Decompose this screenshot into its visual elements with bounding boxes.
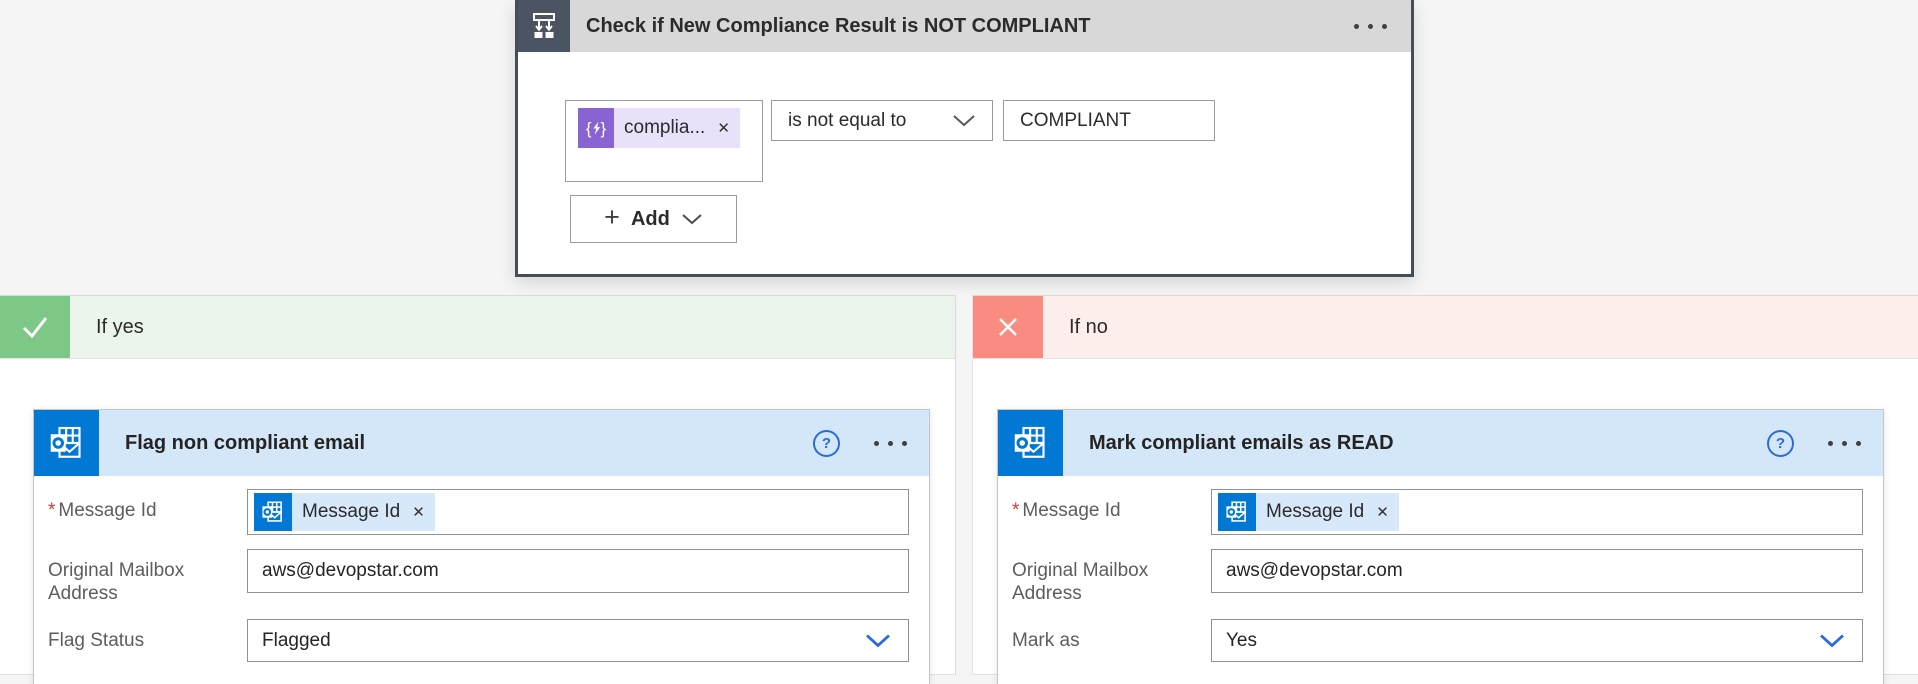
condition-operator-dropdown[interactable]: is not equal to — [771, 100, 993, 141]
token-remove-button[interactable]: ✕ — [715, 121, 740, 136]
condition-row: { } complia... ✕ is not equal to COMPLIA… — [565, 100, 1411, 182]
mark-as-dropdown[interactable]: Yes — [1211, 619, 1863, 662]
token-remove-button[interactable]: ✕ — [1374, 505, 1399, 520]
if-no-branch: If no — [972, 295, 1918, 675]
outlook-icon — [254, 493, 292, 531]
help-icon[interactable]: ? — [1767, 430, 1794, 457]
if-yes-header[interactable]: If yes — [0, 295, 955, 359]
message-id-input[interactable]: Message Id ✕ — [1211, 489, 1863, 535]
condition-menu-button[interactable] — [1352, 18, 1389, 35]
original-mailbox-address-input[interactable]: aws@devopstar.com — [1211, 549, 1863, 593]
dynamic-content-token[interactable]: { } complia... ✕ — [578, 108, 740, 148]
card-body: * Message Id — [34, 476, 929, 684]
condition-card-header[interactable]: Check if New Compliance Result is NOT CO… — [518, 0, 1411, 52]
condition-left-operand-input[interactable]: { } complia... ✕ — [565, 100, 763, 182]
condition-value-input[interactable]: COMPLIANT — [1003, 100, 1215, 141]
field-label: *Message Id — [48, 489, 232, 535]
plus-icon: + — [604, 202, 620, 233]
action-card-header[interactable]: Mark compliant emails as READ ? — [998, 410, 1883, 476]
card-menu-button[interactable] — [872, 435, 909, 452]
card-actions: ? — [813, 430, 909, 457]
field-row-message-id: * Message Id — [1012, 489, 1863, 535]
required-asterisk: * — [1012, 500, 1019, 521]
flag-status-dropdown[interactable]: Flagged — [247, 619, 909, 662]
message-id-token[interactable]: Message Id ✕ — [1218, 493, 1399, 531]
required-asterisk: * — [48, 500, 55, 521]
expression-icon: { } — [578, 108, 614, 148]
message-id-input[interactable]: Message Id ✕ — [247, 489, 909, 535]
field-row-flag-status: Flag Status Flagged — [48, 619, 909, 662]
x-icon — [973, 296, 1043, 358]
operator-value: is not equal to — [788, 110, 906, 132]
token-label: Message Id — [1256, 501, 1374, 523]
chevron-down-icon — [681, 213, 703, 225]
flow-canvas: Check if New Compliance Result is NOT CO… — [0, 0, 1918, 684]
if-no-label: If no — [1069, 316, 1108, 339]
card-actions: ? — [1767, 430, 1863, 457]
condition-body: { } complia... ✕ is not equal to COMPLIA… — [518, 52, 1411, 243]
field-label: *Message Id — [1012, 489, 1196, 535]
chevron-down-icon — [952, 114, 976, 127]
add-condition-button[interactable]: + Add — [570, 195, 737, 243]
field-label: Flag Status — [48, 619, 232, 662]
token-label: complia... — [614, 117, 715, 139]
condition-branch-icon — [518, 0, 570, 52]
help-icon[interactable]: ? — [813, 430, 840, 457]
action-card-header[interactable]: Flag non compliant email ? — [34, 410, 929, 476]
field-row-original-mailbox: Original Mailbox Address aws@devopstar.c… — [48, 549, 909, 605]
chevron-down-icon — [1818, 633, 1846, 648]
outlook-icon — [998, 410, 1063, 476]
outlook-icon — [1218, 493, 1256, 531]
field-label: Original Mailbox Address — [1012, 549, 1196, 605]
if-no-header[interactable]: If no — [973, 295, 1918, 359]
card-menu-button[interactable] — [1826, 435, 1863, 452]
field-label: Original Mailbox Address — [48, 549, 232, 605]
check-icon — [0, 296, 70, 358]
if-yes-label: If yes — [96, 316, 144, 339]
field-row-original-mailbox: Original Mailbox Address aws@devopstar.c… — [1012, 549, 1863, 605]
action-card-mark-compliant-read: Mark compliant emails as READ ? * Message… — [997, 409, 1884, 684]
message-id-token[interactable]: Message Id ✕ — [254, 493, 435, 531]
card-body: * Message Id — [998, 476, 1883, 684]
token-remove-button[interactable]: ✕ — [410, 505, 435, 520]
field-row-mark-as: Mark as Yes — [1012, 619, 1863, 662]
field-label: Mark as — [1012, 619, 1196, 662]
condition-card: Check if New Compliance Result is NOT CO… — [515, 0, 1414, 277]
action-card-title: Mark compliant emails as READ — [1089, 432, 1394, 455]
outlook-icon — [34, 410, 99, 476]
action-card-flag-non-compliant-email: Flag non compliant email ? * Message Id — [33, 409, 930, 684]
original-mailbox-address-input[interactable]: aws@devopstar.com — [247, 549, 909, 593]
chevron-down-icon — [864, 633, 892, 648]
add-button-label: Add — [631, 208, 670, 231]
condition-title: Check if New Compliance Result is NOT CO… — [586, 15, 1091, 38]
condition-value-text: COMPLIANT — [1020, 110, 1131, 132]
token-label: Message Id — [292, 501, 410, 523]
if-yes-branch: If yes — [0, 295, 956, 675]
field-row-message-id: * Message Id — [48, 489, 909, 535]
action-card-title: Flag non compliant email — [125, 432, 365, 455]
